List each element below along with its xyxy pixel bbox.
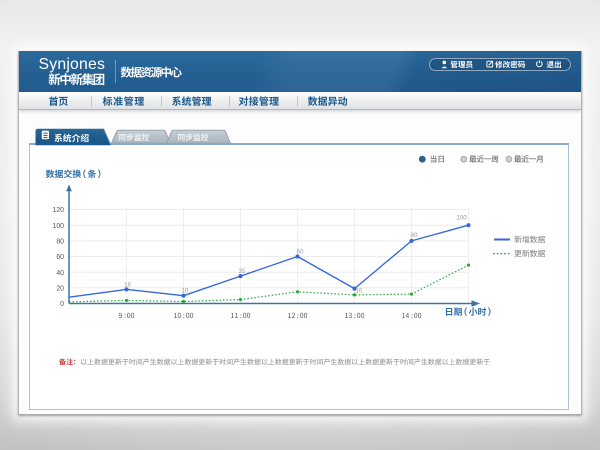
svg-text:18: 18 — [124, 281, 131, 288]
svg-text:80: 80 — [56, 239, 64, 246]
svg-text:Synjones: Synjones — [39, 56, 106, 73]
svg-text:10: 10 — [182, 288, 189, 295]
svg-text:100: 100 — [456, 215, 467, 222]
svg-text:60: 60 — [297, 249, 304, 256]
svg-text:120: 120 — [53, 207, 65, 214]
svg-text:100: 100 — [53, 223, 65, 230]
svg-text:80: 80 — [411, 232, 418, 239]
svg-text:10: 10 — [355, 288, 362, 295]
svg-text:20: 20 — [56, 285, 64, 292]
svg-text:35: 35 — [239, 268, 246, 275]
svg-text:0: 0 — [60, 301, 64, 308]
svg-text:60: 60 — [56, 254, 64, 261]
svg-text:40: 40 — [56, 270, 64, 277]
